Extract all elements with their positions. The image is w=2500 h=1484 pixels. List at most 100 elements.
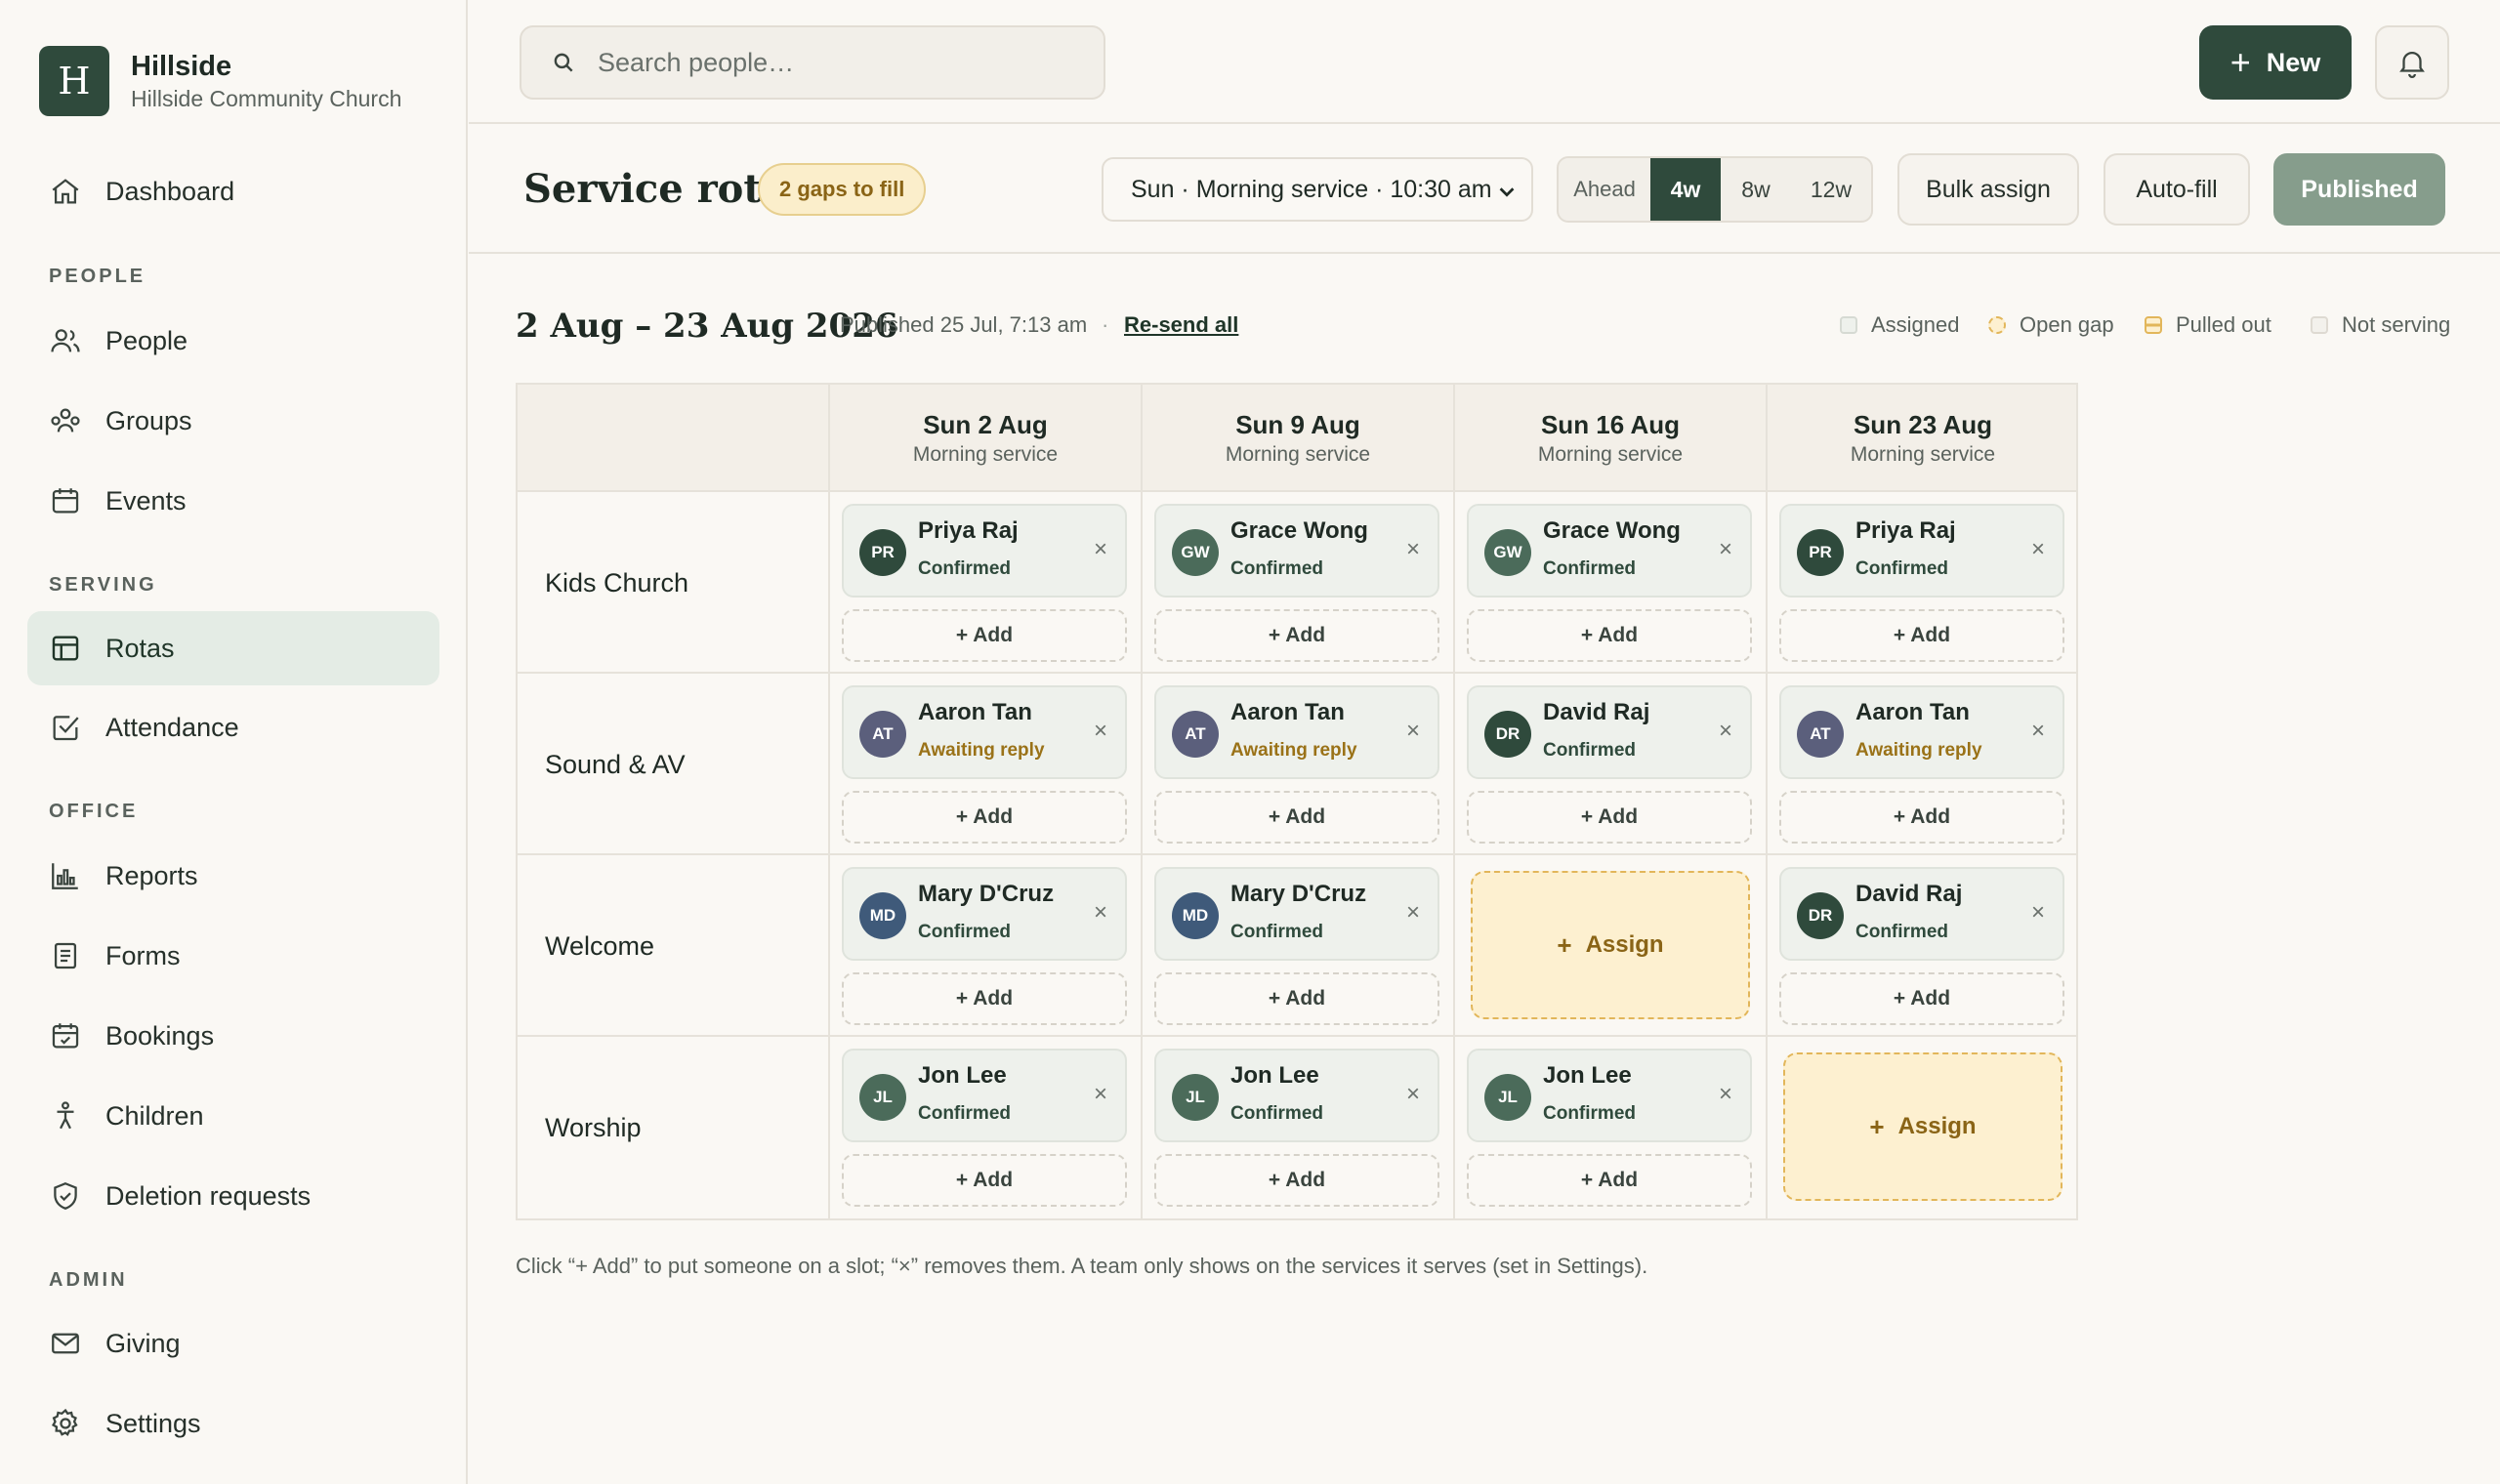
person-status: Confirmed xyxy=(1230,922,1323,942)
search-box[interactable] xyxy=(520,25,1105,100)
weeks-option-4w[interactable]: 4w xyxy=(1650,158,1721,221)
rota-cell: PR Priya Raj Confirmed × + Add xyxy=(1766,492,2078,674)
person-name: Mary D'Cruz xyxy=(918,881,1055,907)
add-person-button[interactable]: + Add xyxy=(1154,972,1439,1025)
assign-label: Assign xyxy=(1897,1113,1977,1139)
assigned-person-card[interactable]: GW Grace Wong Confirmed × xyxy=(1154,504,1439,598)
remove-person-icon[interactable]: × xyxy=(2025,899,2051,926)
add-person-button[interactable]: + Add xyxy=(842,791,1127,844)
assigned-person-card[interactable]: DR David Raj Confirmed × xyxy=(1779,867,2064,961)
remove-person-icon[interactable]: × xyxy=(1088,718,1113,744)
sidebar-item-attendance[interactable]: Attendance xyxy=(27,690,439,764)
checkbox-icon xyxy=(53,716,79,741)
add-person-button[interactable]: + Add xyxy=(842,972,1127,1025)
person-status: Awaiting reply xyxy=(1855,740,1982,761)
search-input[interactable] xyxy=(598,47,1066,78)
brand[interactable]: H Hillside Hillside Community Church xyxy=(39,46,401,116)
auto-fill-button[interactable]: Auto-fill xyxy=(2104,153,2250,226)
column-service: Morning service xyxy=(912,443,1059,466)
new-button[interactable]: + New xyxy=(2199,25,2352,100)
sidebar-item-events[interactable]: Events xyxy=(27,464,439,538)
assigned-person-card[interactable]: MD Mary D'Cruz Confirmed × xyxy=(842,867,1127,961)
assigned-person-card[interactable]: JL Jon Lee Confirmed × xyxy=(842,1049,1127,1142)
column-service: Morning service xyxy=(1225,443,1371,466)
rota-cell: AT Aaron Tan Awaiting reply × + Add xyxy=(1766,674,2078,855)
sidebar-item-settings[interactable]: Settings xyxy=(27,1386,439,1461)
calendar-check-icon xyxy=(52,1023,79,1049)
assigned-person-card[interactable]: PR Priya Raj Confirmed × xyxy=(1779,504,2064,598)
remove-person-icon[interactable]: × xyxy=(1088,1081,1113,1107)
assigned-person-card[interactable]: GW Grace Wong Confirmed × xyxy=(1467,504,1752,598)
add-person-button[interactable]: + Add xyxy=(1154,1154,1439,1207)
avatar: JL xyxy=(859,1074,906,1121)
remove-person-icon[interactable]: × xyxy=(1400,718,1426,744)
remove-person-icon[interactable]: × xyxy=(1400,536,1426,562)
add-person-button[interactable]: + Add xyxy=(1779,791,2064,844)
sidebar-item-people[interactable]: People xyxy=(27,304,439,378)
weeks-ahead-label: Ahead xyxy=(1573,177,1636,201)
sidebar-item-rotas[interactable]: Rotas xyxy=(27,611,439,685)
add-person-button[interactable]: + Add xyxy=(1779,609,2064,662)
sidebar: H Hillside Hillside Community Church Das… xyxy=(0,0,468,1484)
assigned-person-card[interactable]: JL Jon Lee Confirmed × xyxy=(1154,1049,1439,1142)
bar-chart-icon xyxy=(52,863,78,889)
remove-person-icon[interactable]: × xyxy=(1088,536,1113,562)
remove-person-icon[interactable]: × xyxy=(1713,1081,1738,1107)
add-person-button[interactable]: + Add xyxy=(842,609,1127,662)
child-icon xyxy=(57,1101,74,1130)
resend-all-link[interactable]: Re-send all xyxy=(1124,310,1238,340)
sidebar-item-deletion-requests[interactable]: Deletion requests xyxy=(27,1159,439,1233)
weeks-option-8w[interactable]: 8w xyxy=(1721,158,1791,221)
assigned-person-card[interactable]: MD Mary D'Cruz Confirmed × xyxy=(1154,867,1439,961)
published-button[interactable]: Published xyxy=(2273,153,2445,226)
sidebar-item-giving[interactable]: Giving xyxy=(27,1306,439,1381)
remove-person-icon[interactable]: × xyxy=(2025,718,2051,744)
sidebar-item-groups[interactable]: Groups xyxy=(27,384,439,458)
assigned-person-card[interactable]: AT Aaron Tan Awaiting reply × xyxy=(1779,685,2064,779)
remove-person-icon[interactable]: × xyxy=(1400,899,1426,926)
person-status: Confirmed xyxy=(1543,558,1636,579)
assign-gap-button[interactable]: + Assign xyxy=(1783,1052,2062,1201)
assigned-person-card[interactable]: AT Aaron Tan Awaiting reply × xyxy=(842,685,1127,779)
bulk-assign-button[interactable]: Bulk assign xyxy=(1897,153,2079,226)
person-name: Mary D'Cruz xyxy=(1230,881,1367,907)
legend-pulled-out: Pulled out xyxy=(2145,310,2271,340)
person-name: Aaron Tan xyxy=(1855,699,1970,725)
assigned-person-card[interactable]: AT Aaron Tan Awaiting reply × xyxy=(1154,685,1439,779)
weeks-option-12w[interactable]: 12w xyxy=(1791,158,1871,221)
add-person-button[interactable]: + Add xyxy=(842,1154,1127,1207)
person-name: Jon Lee xyxy=(1543,1062,1632,1089)
remove-person-icon[interactable]: × xyxy=(1713,536,1738,562)
add-person-button[interactable]: + Add xyxy=(1779,972,2064,1025)
add-person-button[interactable]: + Add xyxy=(1467,1154,1752,1207)
person-status: Confirmed xyxy=(918,558,1011,579)
remove-person-icon[interactable]: × xyxy=(1400,1081,1426,1107)
assigned-person-card[interactable]: DR David Raj Confirmed × xyxy=(1467,685,1752,779)
team-name: Sound & AV xyxy=(545,749,686,779)
groups-icon xyxy=(51,408,80,433)
sidebar-item-dashboard[interactable]: Dashboard xyxy=(27,154,439,228)
weeks-ahead-toggle: Ahead 4w 8w 12w xyxy=(1557,156,1873,223)
sidebar-item-reports[interactable]: Reports xyxy=(27,839,439,913)
sidebar-item-children[interactable]: Children xyxy=(27,1079,439,1153)
add-person-button[interactable]: + Add xyxy=(1467,609,1752,662)
service-select[interactable]: Sun · Morning service · 10:30 am xyxy=(1102,157,1533,222)
remove-person-icon[interactable]: × xyxy=(1088,899,1113,926)
team-row: Worship JL Jon Lee Confirmed × + Add JL Jon Lee… xyxy=(518,1037,2076,1218)
person-name: Aaron Tan xyxy=(918,699,1032,725)
remove-person-icon[interactable]: × xyxy=(1713,718,1738,744)
sidebar-item-forms[interactable]: Forms xyxy=(27,919,439,993)
rota-cell: JL Jon Lee Confirmed × + Add xyxy=(828,1037,1141,1218)
assigned-person-card[interactable]: JL Jon Lee Confirmed × xyxy=(1467,1049,1752,1142)
add-person-button[interactable]: + Add xyxy=(1467,791,1752,844)
sidebar-item-bookings[interactable]: Bookings xyxy=(27,999,439,1073)
person-status: Confirmed xyxy=(1230,1103,1323,1124)
gear-icon xyxy=(51,1408,78,1436)
sidebar-item-label: Forms xyxy=(105,940,181,970)
assign-gap-button[interactable]: + Assign xyxy=(1471,871,1750,1019)
add-person-button[interactable]: + Add xyxy=(1154,791,1439,844)
remove-person-icon[interactable]: × xyxy=(2025,536,2051,562)
assigned-person-card[interactable]: PR Priya Raj Confirmed × xyxy=(842,504,1127,598)
add-person-button[interactable]: + Add xyxy=(1154,609,1439,662)
notifications-button[interactable] xyxy=(2375,25,2449,100)
